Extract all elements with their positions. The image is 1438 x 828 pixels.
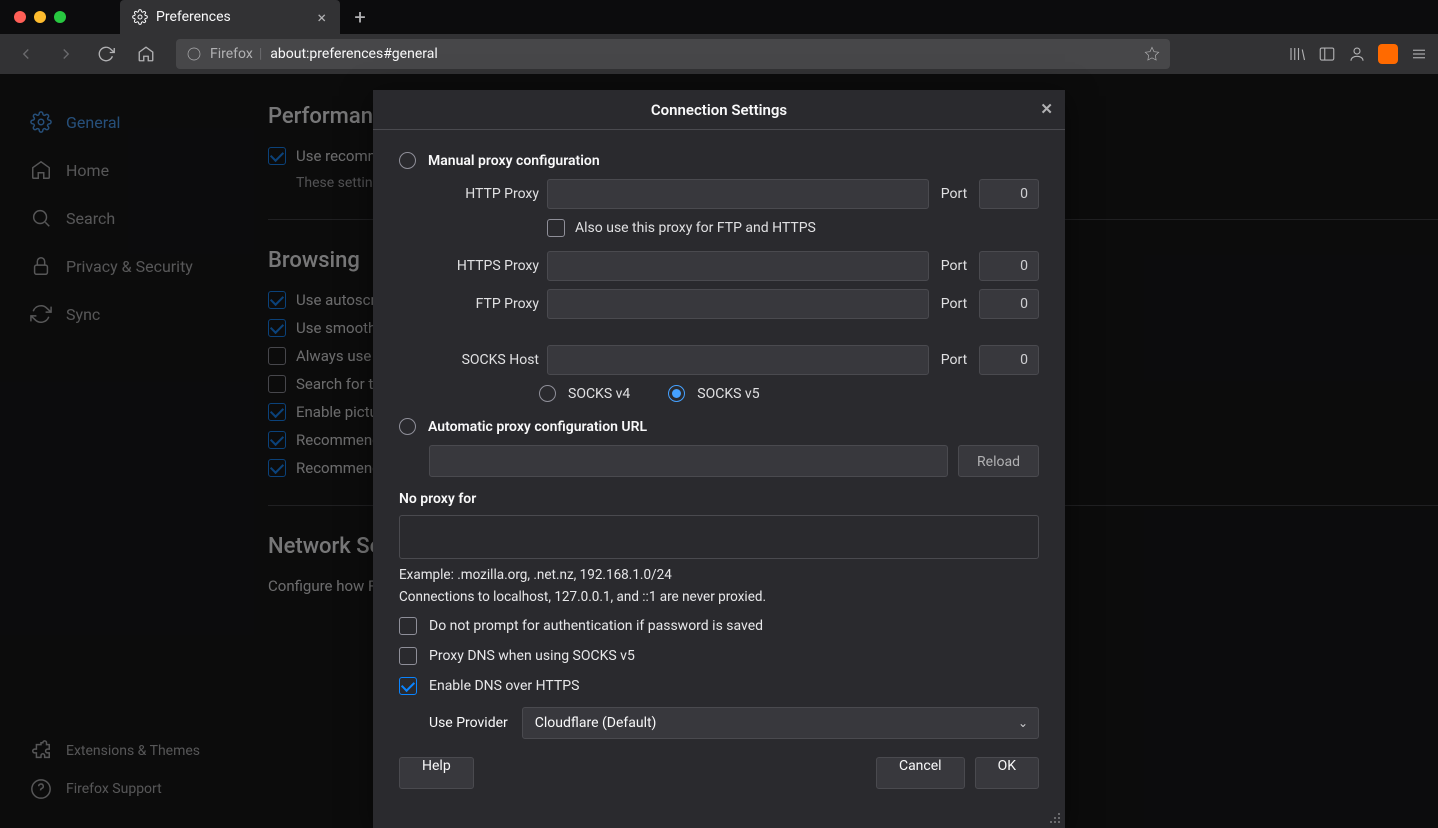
ftp-proxy-label: FTP Proxy bbox=[429, 296, 539, 312]
proxy-grid: HTTP Proxy Port 0 Also use this proxy fo… bbox=[429, 179, 1039, 375]
noauth-label: Do not prompt for authentication if pass… bbox=[429, 618, 763, 634]
https-port-input[interactable]: 0 bbox=[979, 251, 1039, 281]
ok-button[interactable]: OK bbox=[975, 757, 1039, 789]
tab-title: Preferences bbox=[156, 9, 231, 25]
provider-select[interactable]: Cloudflare (Default) ⌄ bbox=[522, 707, 1039, 739]
url-separator: | bbox=[259, 46, 262, 62]
https-port-label: Port bbox=[937, 258, 971, 274]
http-port-input[interactable]: 0 bbox=[979, 179, 1039, 209]
https-proxy-input[interactable] bbox=[547, 251, 929, 281]
tab-close-icon[interactable]: × bbox=[313, 8, 330, 27]
http-port-label: Port bbox=[937, 186, 971, 202]
auto-proxy-url-input[interactable] bbox=[429, 445, 948, 477]
no-proxy-textarea[interactable] bbox=[399, 515, 1039, 559]
dialog-close-icon[interactable]: ✕ bbox=[1040, 100, 1053, 118]
ftp-port-input[interactable]: 0 bbox=[979, 289, 1039, 319]
dialog-titlebar: Connection Settings ✕ bbox=[373, 90, 1065, 130]
socks-port-input[interactable]: 0 bbox=[979, 345, 1039, 375]
socks-host-input[interactable] bbox=[547, 345, 929, 375]
resize-handle-icon[interactable] bbox=[1048, 811, 1062, 825]
gear-icon bbox=[132, 9, 148, 25]
dialog-overlay: Connection Settings ✕ Manual proxy confi… bbox=[0, 74, 1438, 828]
proxydns-label: Proxy DNS when using SOCKS v5 bbox=[429, 648, 635, 664]
window-controls bbox=[0, 11, 80, 23]
no-proxy-example: Example: .mozilla.org, .net.nz, 192.168.… bbox=[399, 567, 1039, 583]
toolbar: Firefox | about:preferences#general bbox=[0, 34, 1438, 74]
dialog-title: Connection Settings bbox=[651, 101, 787, 119]
home-button[interactable] bbox=[130, 38, 162, 70]
socks-v4-label: SOCKS v4 bbox=[568, 386, 630, 402]
doh-label: Enable DNS over HTTPS bbox=[429, 678, 579, 694]
reload-button[interactable]: Reload bbox=[958, 445, 1039, 477]
provider-label: Use Provider bbox=[429, 715, 508, 731]
ftp-proxy-input[interactable] bbox=[547, 289, 929, 319]
tab-preferences[interactable]: Preferences × bbox=[120, 0, 340, 34]
tabstrip: Preferences × + bbox=[0, 0, 1438, 34]
socks-v5-label: SOCKS v5 bbox=[697, 386, 759, 402]
http-proxy-label: HTTP Proxy bbox=[429, 186, 539, 202]
url-context: Firefox bbox=[210, 46, 253, 62]
also-ftp-https-label: Also use this proxy for FTP and HTTPS bbox=[575, 220, 816, 236]
chevron-down-icon: ⌄ bbox=[1018, 716, 1028, 730]
close-window-icon[interactable] bbox=[14, 11, 26, 23]
url-address: about:preferences#general bbox=[270, 46, 437, 62]
no-proxy-label: No proxy for bbox=[399, 491, 1039, 507]
manual-proxy-label: Manual proxy configuration bbox=[428, 153, 600, 169]
help-button[interactable]: Help bbox=[399, 757, 474, 789]
extension-icon[interactable] bbox=[1378, 44, 1398, 64]
library-icon[interactable] bbox=[1288, 45, 1306, 63]
back-button[interactable] bbox=[10, 38, 42, 70]
auto-proxy-label: Automatic proxy configuration URL bbox=[428, 419, 647, 435]
socks-v4-radio[interactable] bbox=[539, 385, 556, 402]
also-ftp-https-checkbox[interactable] bbox=[547, 219, 565, 237]
auto-proxy-radio[interactable] bbox=[399, 418, 416, 435]
provider-value: Cloudflare (Default) bbox=[535, 715, 657, 731]
bookmark-star-icon[interactable] bbox=[1144, 46, 1160, 62]
zoom-window-icon[interactable] bbox=[54, 11, 66, 23]
connection-settings-dialog: Connection Settings ✕ Manual proxy confi… bbox=[373, 90, 1065, 828]
menu-icon[interactable] bbox=[1410, 45, 1428, 63]
http-proxy-input[interactable] bbox=[547, 179, 929, 209]
socks-v5-radio[interactable] bbox=[668, 385, 685, 402]
manual-proxy-radio[interactable] bbox=[399, 152, 416, 169]
socks-host-label: SOCKS Host bbox=[429, 352, 539, 368]
cancel-button[interactable]: Cancel bbox=[876, 757, 965, 789]
socks-port-label: Port bbox=[937, 352, 971, 368]
minimize-window-icon[interactable] bbox=[34, 11, 46, 23]
toolbar-icons bbox=[1288, 44, 1428, 64]
reload-button[interactable] bbox=[90, 38, 122, 70]
proxydns-checkbox[interactable] bbox=[399, 647, 417, 665]
doh-checkbox[interactable] bbox=[399, 677, 417, 695]
ftp-port-label: Port bbox=[937, 296, 971, 312]
https-proxy-label: HTTPS Proxy bbox=[429, 258, 539, 274]
forward-button[interactable] bbox=[50, 38, 82, 70]
firefox-logo-icon bbox=[186, 46, 202, 62]
new-tab-button[interactable]: + bbox=[346, 5, 374, 29]
account-icon[interactable] bbox=[1348, 45, 1366, 63]
localhost-note: Connections to localhost, 127.0.0.1, and… bbox=[399, 589, 1039, 605]
url-bar[interactable]: Firefox | about:preferences#general bbox=[176, 39, 1170, 69]
noauth-checkbox[interactable] bbox=[399, 617, 417, 635]
sidebar-toggle-icon[interactable] bbox=[1318, 45, 1336, 63]
